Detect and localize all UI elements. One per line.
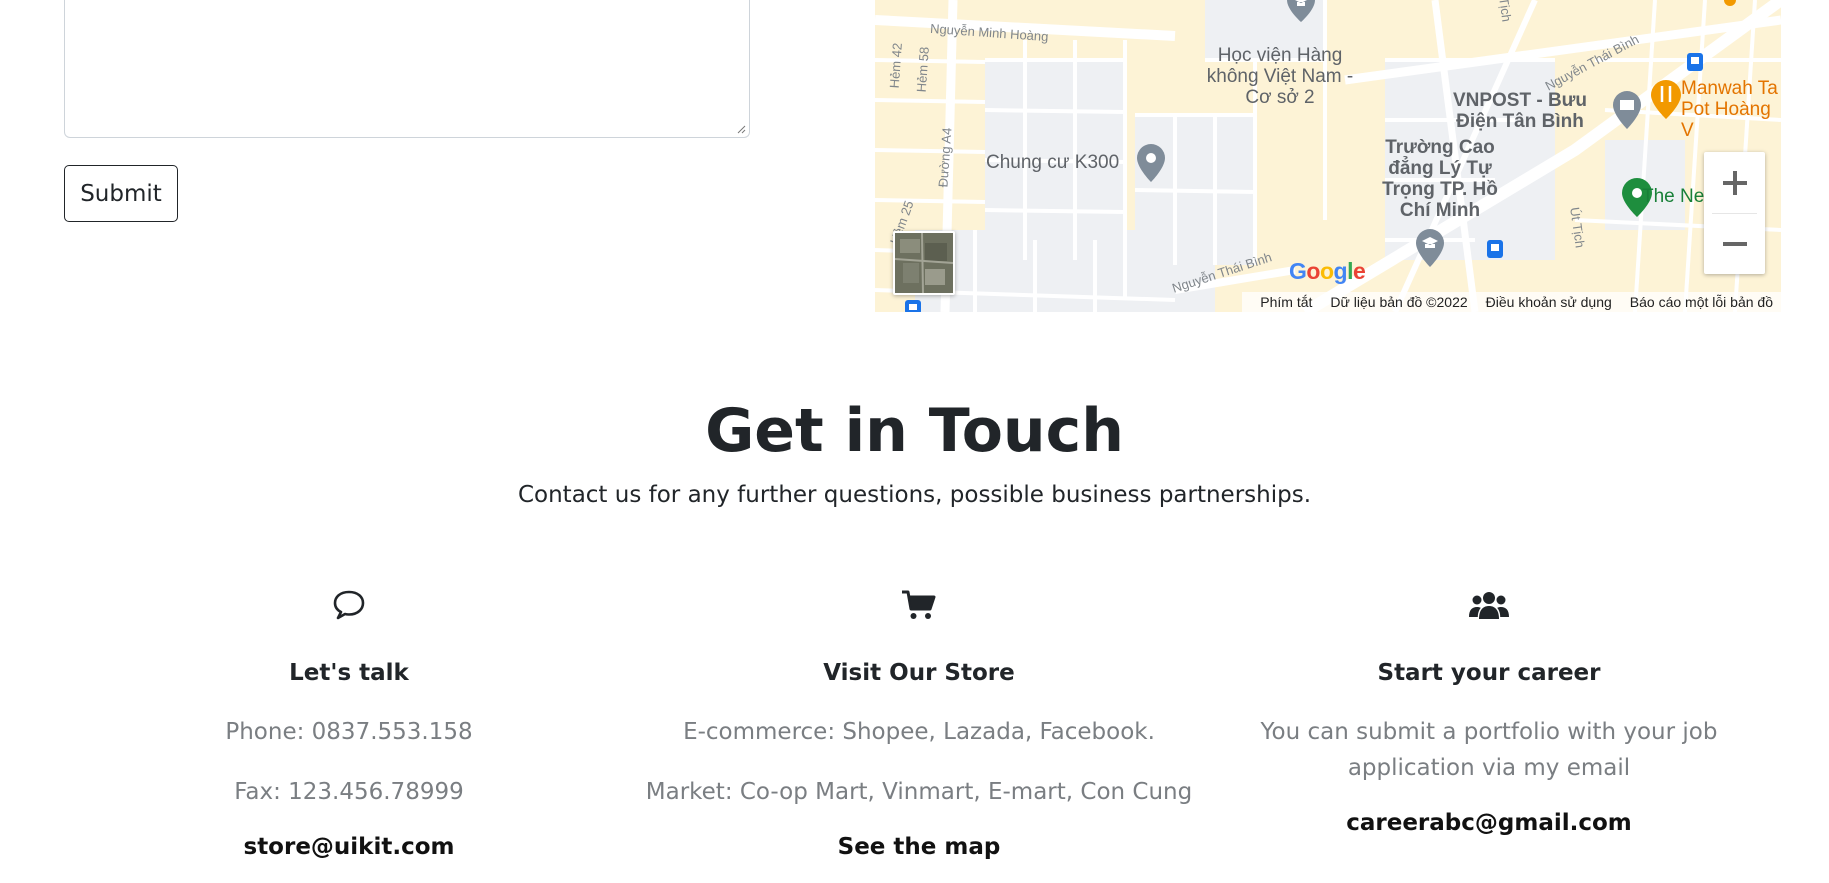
market-text: Market: Co-op Mart, Vinmart, E-mart, Con… (645, 779, 1193, 805)
plus-icon (1722, 170, 1747, 195)
contact-column-career: Start your career You can submit a portf… (1209, 585, 1769, 838)
message-textarea[interactable] (64, 0, 750, 138)
google-logo: Google (1289, 258, 1366, 284)
map-poi-label: Trường Cao đẳng Lý Tự Trọng TP. Hồ Chí M… (1382, 137, 1498, 221)
store-email-link[interactable]: store@uikit.com (244, 832, 455, 862)
contact-column-store: Visit Our Store E-commerce: Shopee, Laza… (639, 585, 1199, 862)
zoom-out-button[interactable] (1704, 213, 1765, 274)
map-street-label: Tịch (1496, 0, 1515, 23)
satellite-view-toggle[interactable] (893, 231, 955, 295)
column-heading: Visit Our Store (823, 660, 1015, 686)
resize-grip-icon[interactable] (736, 124, 746, 134)
section-subtitle: Contact us for any further questions, po… (517, 482, 1312, 508)
map-street-label: Hẻm 42 (886, 42, 905, 89)
map-attribution: Phím tắt Dữ liệu bản đồ ©2022 Điều khoản… (1242, 292, 1781, 312)
report-map-error-link[interactable]: Báo cáo một lỗi bản đồ (1630, 294, 1773, 310)
minus-icon (1722, 241, 1747, 246)
submit-button[interactable]: Submit (64, 165, 178, 222)
contact-column-talk: Let's talk Phone: 0837.553.158 Fax: 123.… (69, 585, 629, 862)
career-email-link[interactable]: careerabc@gmail.com (1346, 808, 1632, 838)
embedded-map[interactable]: Nguyễn Minh Hoàng Hẻm 42 Hẻm 58 Đường A4… (875, 0, 1781, 312)
shopping-cart-icon (639, 585, 1199, 625)
satellite-thumbnail-icon (895, 233, 953, 293)
map-data-label: Dữ liệu bản đồ ©2022 (1330, 294, 1468, 310)
map-street-label: Hẻm 58 (913, 46, 932, 93)
zoom-in-button[interactable] (1704, 152, 1765, 213)
map-poi-label: Học viện Hàng không Việt Nam - Cơ sở 2 (1206, 45, 1354, 108)
column-heading: Let's talk (289, 660, 409, 686)
terms-of-use-link[interactable]: Điều khoản sử dụng (1486, 294, 1612, 310)
map-poi-label: VNPOST - Bưu Điện Tân Bình (1452, 90, 1588, 132)
keyboard-shortcuts-link[interactable]: Phím tắt (1260, 294, 1312, 310)
chat-bubble-icon (69, 585, 629, 625)
zoom-controls (1704, 152, 1765, 274)
users-icon (1209, 585, 1769, 625)
map-poi-label: Chung cư K300 (986, 152, 1120, 173)
column-heading: Start your career (1377, 660, 1601, 686)
ecommerce-text: E-commerce: Shopee, Lazada, Facebook. (683, 719, 1155, 745)
see-map-link[interactable]: See the map (838, 832, 1001, 862)
phone-text: Phone: 0837.553.158 (225, 719, 473, 745)
section-title: Get in Touch (705, 396, 1124, 466)
fax-text: Fax: 123.456.78999 (234, 779, 464, 805)
career-description: You can submit a portfolio with your job… (1260, 719, 1718, 781)
map-poi-label: Manwah Ta Pot Hoàng V (1681, 78, 1778, 141)
